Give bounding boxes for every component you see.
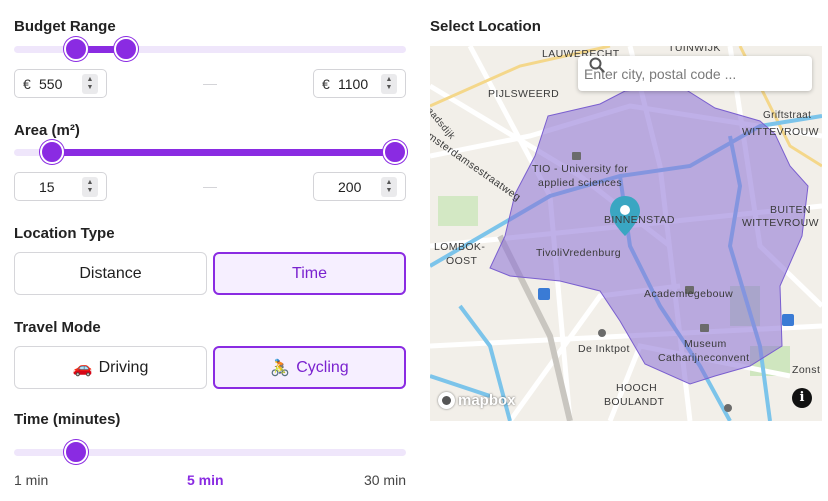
range-separator (203, 84, 217, 85)
budget-min-input[interactable]: € 550 ▲ ▼ (14, 69, 107, 98)
map-label-oost: OOST (446, 255, 478, 267)
budget-min-value: 550 (39, 75, 63, 92)
chevron-up-icon: ▲ (385, 178, 393, 186)
train-station-icon (782, 314, 794, 326)
map-label-tio-2: applied sciences (538, 177, 623, 189)
map-label-wittevrouwen: WITTEVROUW (742, 126, 819, 138)
map-label-binnenstad: BINNENSTAD (604, 214, 675, 226)
chevron-down-icon: ▼ (86, 186, 94, 194)
map-label-zonst: Zonst (792, 364, 821, 376)
currency-symbol: € (23, 75, 31, 92)
chevron-down-icon: ▼ (385, 83, 393, 91)
budget-min-stepper[interactable]: ▲ ▼ (82, 73, 98, 94)
time-slider[interactable] (14, 440, 406, 464)
bicycle-icon: 🚴 (270, 359, 291, 377)
driving-label: Driving (98, 358, 149, 376)
cycling-label: Cycling (296, 358, 349, 376)
chevron-up-icon: ▲ (86, 75, 94, 83)
location-type-label: Location Type (14, 225, 115, 242)
map-search-input[interactable] (584, 65, 774, 82)
time-minutes-label: Time (minutes) (14, 411, 121, 428)
chevron-up-icon: ▲ (86, 178, 94, 186)
budget-max-input[interactable]: € 1100 ▲ ▼ (313, 69, 406, 98)
area-min-input[interactable]: 15 ▲ ▼ (14, 172, 107, 201)
area-min-stepper[interactable]: ▲ ▼ (82, 176, 98, 197)
currency-symbol: € (322, 75, 330, 92)
map-label-hooch: HOOCH (616, 382, 658, 394)
area-max-stepper[interactable]: ▲ ▼ (381, 176, 397, 197)
chevron-down-icon: ▼ (86, 83, 94, 91)
map-label-academiegebouw: Academiegebouw (644, 288, 734, 300)
location-type-distance-button[interactable]: Distance (14, 252, 207, 295)
map-label-tivoli: TivoliVredenburg (536, 247, 621, 259)
area-label: Area (m²) (14, 122, 80, 139)
distance-label: Distance (79, 264, 142, 282)
mapbox-logo-icon (438, 392, 455, 409)
mapbox-logo-text: mapbox (458, 392, 516, 409)
budget-range-slider[interactable] (14, 37, 406, 61)
train-station-icon (538, 288, 550, 300)
map-label-tuinwijk: TUINWIJK (668, 46, 721, 54)
info-icon[interactable]: i (792, 388, 812, 408)
area-max-input[interactable]: 200 ▲ ▼ (313, 172, 406, 201)
map-label-wittevrouwen-2: WITTEVROUW (742, 217, 819, 229)
travel-mode-cycling-button[interactable]: 🚴 Cycling (213, 346, 406, 389)
time-max-tick: 30 min (363, 472, 406, 488)
map-search-box[interactable] (578, 56, 812, 91)
map-label-inktpot: De Inktpot (578, 343, 630, 355)
area-max-thumb[interactable] (383, 140, 407, 164)
area-min-value: 15 (39, 178, 55, 195)
map-label-tio: TIO - University for (532, 163, 629, 175)
area-min-thumb[interactable] (40, 140, 64, 164)
budget-max-value: 1100 (338, 75, 369, 92)
map-label-pijlsweerd: PIJLSWEERD (488, 88, 560, 100)
car-icon: 🚗 (72, 359, 93, 377)
location-map[interactable]: LAUWERECHT TUINWIJK PIJLSWEERD Amsterdam… (430, 46, 822, 421)
time-label: Time (292, 264, 327, 282)
area-range-slider[interactable] (14, 140, 407, 164)
range-separator (203, 187, 217, 188)
budget-max-thumb[interactable] (114, 37, 138, 61)
map-label-buiten: BUITEN (770, 204, 811, 216)
chevron-down-icon: ▼ (385, 186, 393, 194)
time-min-tick: 1 min (14, 472, 49, 488)
map-canvas[interactable] (430, 46, 822, 421)
area-max-value: 200 (338, 178, 362, 195)
map-label-lombok: LOMBOK- (434, 241, 486, 253)
location-type-time-button[interactable]: Time (213, 252, 406, 295)
mapbox-logo[interactable]: mapbox (438, 392, 516, 409)
map-label-museum: Museum (684, 338, 727, 350)
search-icon (589, 57, 605, 73)
budget-min-thumb[interactable] (64, 37, 88, 61)
chevron-up-icon: ▲ (385, 75, 393, 83)
time-thumb[interactable] (64, 440, 88, 464)
map-label-catharijneconvent: Catharijneconvent (658, 352, 750, 364)
map-label-griftstraat: Griftstraat (763, 110, 812, 121)
time-current-tick: 5 min (187, 472, 224, 488)
filter-panel: Budget Range € 550 ▲ ▼ € 1100 ▲ ▼ Area (m²… (14, 0, 407, 501)
budget-max-stepper[interactable]: ▲ ▼ (381, 73, 397, 94)
travel-mode-label: Travel Mode (14, 319, 101, 336)
select-location-title: Select Location (430, 18, 541, 35)
budget-range-label: Budget Range (14, 18, 116, 35)
park-area (438, 196, 478, 226)
area-range-fill (52, 149, 394, 156)
map-label-boulandt: BOULANDT (604, 396, 665, 408)
travel-mode-driving-button[interactable]: 🚗 Driving (14, 346, 207, 389)
